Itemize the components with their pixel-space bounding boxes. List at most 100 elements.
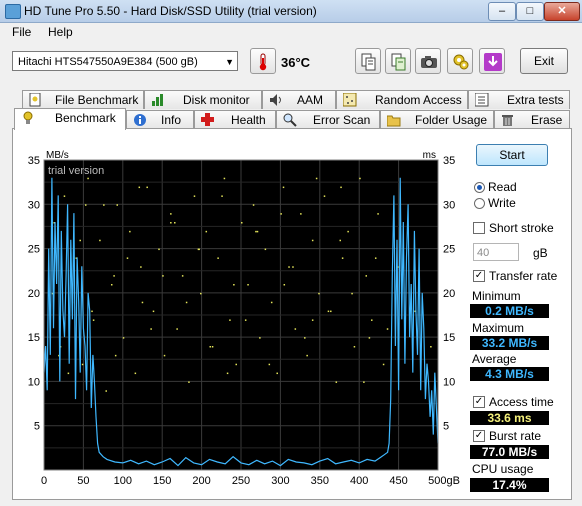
access-point: [150, 328, 152, 330]
menu-help[interactable]: Help: [48, 25, 73, 39]
tab-disk-monitor[interactable]: Disk monitor: [144, 90, 262, 109]
drive-select-value: Hitachi HTS547550A9E384 (500 gB): [18, 56, 198, 68]
title-bar: HD Tune Pro 5.50 - Hard Disk/SSD Utility…: [0, 0, 582, 23]
access-point: [359, 177, 361, 180]
access-point: [91, 310, 93, 313]
minimum-label: Minimum: [472, 289, 521, 303]
burst-rate-checkbox[interactable]: ✓: [473, 430, 485, 442]
tab-benchmark[interactable]: Benchmark: [14, 108, 126, 130]
access-point: [116, 204, 118, 206]
access-point: [259, 337, 261, 339]
tab-error-scan[interactable]: Error Scan: [276, 110, 380, 129]
access-point: [300, 213, 302, 215]
tab-random-access[interactable]: Random Access: [336, 90, 468, 109]
minimize-button[interactable]: –: [488, 2, 516, 21]
tab-folder-usage[interactable]: Folder Usage: [380, 110, 494, 129]
save-button[interactable]: [479, 48, 505, 74]
download-arrow-icon: [484, 53, 502, 71]
burst-rate-value: 77.0 MB/s: [470, 445, 549, 459]
average-value: 4.3 MB/s: [470, 367, 549, 381]
y-tick-label: 25: [28, 244, 40, 256]
maximize-button[interactable]: □: [516, 2, 544, 21]
tab-health[interactable]: Health: [194, 110, 276, 129]
access-point: [138, 186, 141, 189]
access-point: [217, 257, 219, 259]
write-radio[interactable]: [474, 198, 485, 209]
access-point: [282, 186, 285, 189]
x-tick-label: 50: [77, 475, 89, 487]
close-button[interactable]: ✕: [544, 2, 580, 21]
y-tick-label-right: 20: [443, 288, 455, 300]
access-point: [256, 230, 259, 233]
tab-label: Info: [161, 113, 182, 127]
access-point: [283, 284, 286, 286]
tab-label: Random Access: [375, 93, 462, 107]
camera-icon: [421, 56, 437, 68]
x-tick-label: 400: [350, 475, 368, 487]
access-point: [315, 177, 318, 180]
access-point: [330, 310, 332, 313]
access-point: [92, 319, 95, 321]
access-point: [371, 319, 373, 321]
tab-erase[interactable]: Erase: [494, 110, 570, 129]
app-icon: [5, 4, 21, 19]
menu-file[interactable]: File: [12, 25, 31, 39]
options-button[interactable]: [447, 48, 473, 74]
access-point: [430, 346, 432, 348]
x-tick-label: 200: [192, 475, 210, 487]
access-point: [311, 319, 314, 321]
start-button[interactable]: Start: [476, 144, 548, 166]
access-point: [81, 363, 84, 366]
access-point: [311, 239, 314, 242]
access-point: [223, 177, 226, 180]
y-tick-label: 20: [28, 288, 40, 300]
access-point: [129, 230, 131, 233]
short-stroke-unit: gB: [533, 246, 548, 260]
copy-all-button[interactable]: [385, 48, 411, 74]
x-tick-label: 100: [114, 475, 132, 487]
exit-button[interactable]: Exit: [520, 48, 568, 74]
access-point: [113, 275, 115, 277]
benchmark-chart: 5 5 10 10 15 15 20 20 25 25 30 30 35 35 MB/s ms 0 50 100 15…: [14, 148, 464, 496]
short-stroke-checkbox[interactable]: [473, 222, 485, 234]
access-point: [126, 257, 129, 259]
access-point: [304, 337, 306, 339]
access-time-checkbox[interactable]: ✓: [473, 396, 485, 408]
access-point: [252, 204, 255, 206]
file-benchmark-icon: [29, 93, 41, 107]
tab-extra-tests[interactable]: Extra tests: [468, 90, 570, 109]
access-point: [340, 186, 342, 189]
tab-aam[interactable]: AAM: [262, 90, 336, 109]
folder-icon: [387, 115, 401, 127]
access-point: [198, 248, 200, 251]
x-tick-label: 0: [41, 475, 47, 487]
y-tick-label: 30: [28, 199, 40, 211]
thermometer-button[interactable]: [250, 48, 276, 74]
tab-file-benchmark[interactable]: File Benchmark: [22, 90, 144, 109]
access-point: [268, 363, 271, 366]
short-stroke-input[interactable]: 40: [473, 243, 519, 261]
x-tick-label: 250: [232, 475, 250, 487]
y-tick-label-right: 35: [443, 155, 455, 167]
tab-label: Folder Usage: [415, 113, 488, 127]
access-point: [233, 284, 235, 286]
access-time-value: 33.6 ms: [470, 411, 549, 425]
speaker-icon: [270, 94, 281, 106]
access-point: [103, 204, 105, 206]
read-radio[interactable]: [474, 182, 485, 193]
access-point: [294, 328, 297, 330]
tab-label: Error Scan: [313, 113, 371, 127]
access-point: [382, 363, 385, 366]
access-point: [67, 372, 70, 375]
copy-icon: [361, 53, 376, 71]
copy-text-button[interactable]: [355, 48, 381, 74]
read-label: Read: [488, 180, 517, 194]
tab-info[interactable]: Info: [126, 110, 194, 129]
access-point: [163, 354, 166, 357]
access-point: [292, 266, 294, 268]
access-point: [211, 346, 214, 348]
screenshot-button[interactable]: [415, 48, 441, 74]
drive-select[interactable]: Hitachi HTS547550A9E384 (500 gB) ▼: [12, 51, 238, 71]
transfer-rate-checkbox[interactable]: ✓: [473, 270, 485, 282]
access-point: [241, 222, 243, 224]
